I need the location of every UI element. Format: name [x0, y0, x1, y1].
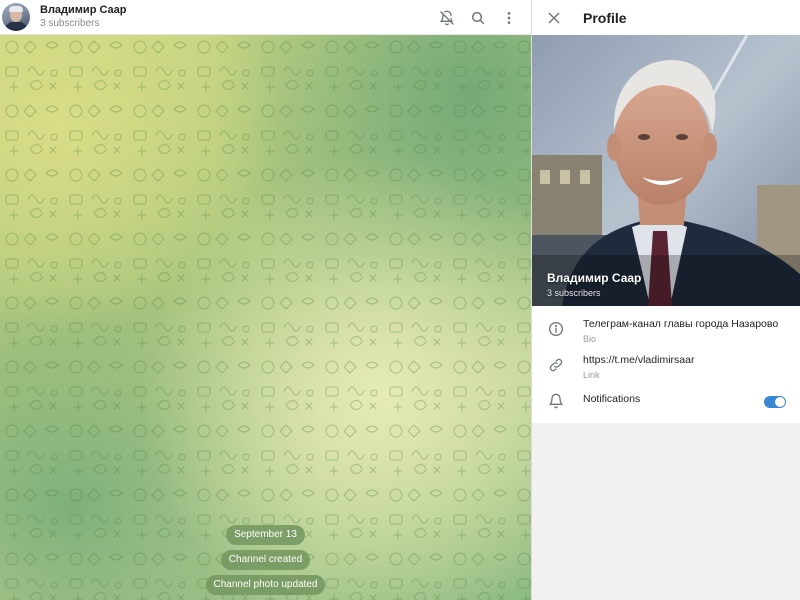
notifications-row[interactable]: Notifications [532, 385, 800, 415]
bell-icon [547, 392, 565, 410]
info-icon [547, 320, 565, 338]
notifications-label: Notifications [583, 393, 641, 406]
bio-label: Bio [583, 333, 597, 344]
chat-subscribers: 3 subscribers [40, 18, 100, 30]
profile-photo[interactable]: Владимир Саар 3 subscribers [532, 35, 800, 306]
chat-title: Владимир Саар [40, 3, 127, 16]
bell-slash-icon[interactable] [437, 8, 457, 28]
bio-row[interactable]: Телеграм-канал главы города Назарово Bio [532, 313, 800, 349]
link-label: Link [583, 369, 600, 380]
chat-panel: Владимир Саар 3 subscribers September 13… [0, 0, 531, 600]
profile-header: Profile [532, 0, 800, 35]
service-message: Channel created [220, 550, 311, 570]
profile-title: Profile [583, 9, 627, 26]
chat-title-block[interactable]: Владимир Саар 3 subscribers [40, 4, 127, 30]
avatar[interactable] [2, 3, 30, 31]
profile-name: Владимир Саар [547, 271, 642, 285]
service-message: Channel photo updated [205, 575, 326, 595]
notifications-toggle[interactable] [764, 396, 786, 408]
service-messages: September 13 Channel created Channel pho… [0, 525, 531, 600]
close-icon[interactable] [544, 8, 564, 28]
date-pill[interactable]: September 13 [226, 525, 305, 545]
more-vertical-icon[interactable] [499, 8, 519, 28]
profile-photo-image [532, 35, 800, 306]
header-actions [426, 0, 519, 35]
chat-header[interactable]: Владимир Саар 3 subscribers [0, 0, 531, 35]
profile-panel: Profile Владимир Саар 3 subscribers Теле… [531, 0, 800, 600]
doodle-pattern [0, 35, 531, 600]
photo-caption: Владимир Саар 3 subscribers [547, 271, 641, 298]
chat-background [0, 35, 531, 600]
toggle-knob [775, 397, 785, 407]
link-row[interactable]: https://t.me/vladimirsaar Link [532, 349, 800, 385]
search-icon[interactable] [468, 8, 488, 28]
profile-subscribers: 3 subscribers [547, 288, 601, 298]
bio-text: Телеграм-канал главы города Назарово [583, 318, 779, 330]
link-icon [547, 356, 565, 374]
profile-info: Телеграм-канал главы города Назарово Bio… [532, 306, 800, 423]
link-text[interactable]: https://t.me/vladimirsaar [583, 354, 694, 368]
